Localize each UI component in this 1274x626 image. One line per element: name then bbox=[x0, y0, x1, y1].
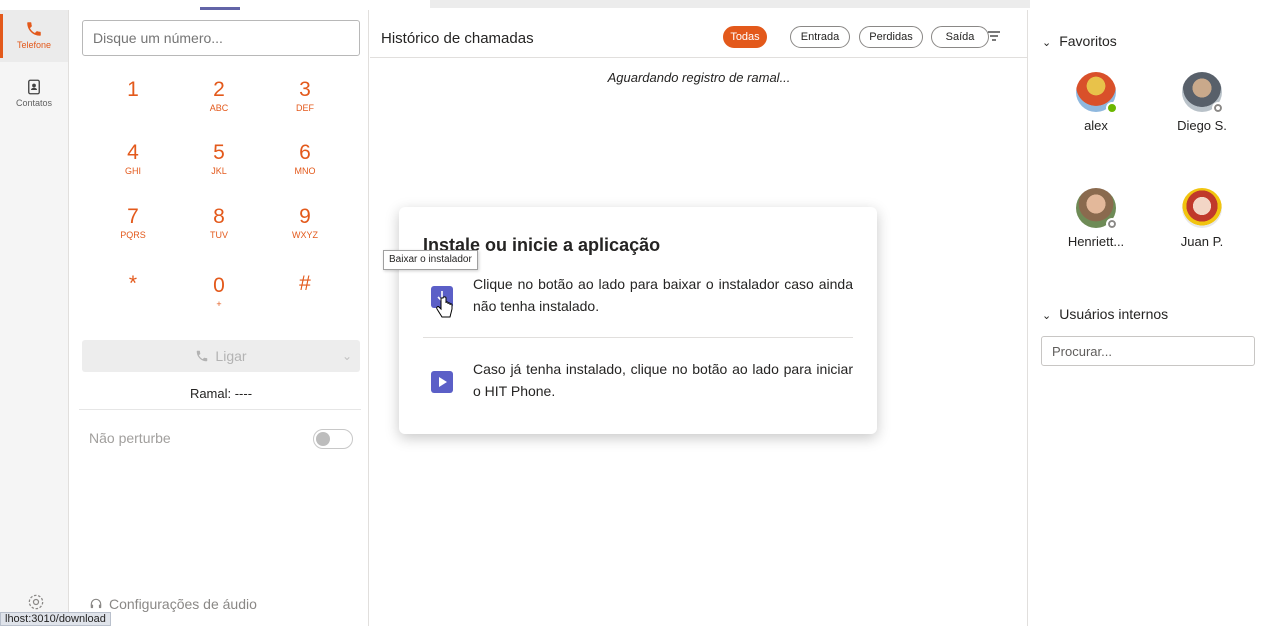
status-online-icon bbox=[1106, 102, 1118, 114]
key-digit: 7 bbox=[127, 205, 139, 228]
avatar bbox=[1182, 188, 1222, 228]
filter-all[interactable]: Todas bbox=[723, 26, 767, 48]
history-title: Histórico de chamadas bbox=[381, 30, 534, 47]
download-tooltip: Baixar o instalador bbox=[383, 250, 478, 270]
key-7[interactable]: 7 PQRS bbox=[103, 205, 163, 241]
rail-item-contacts[interactable]: Contatos bbox=[0, 68, 68, 120]
key-2[interactable]: 2 ABC bbox=[189, 78, 249, 114]
divider bbox=[423, 337, 853, 338]
avatar bbox=[1076, 188, 1118, 230]
headset-icon bbox=[90, 598, 102, 609]
favorites-header[interactable]: ⌄ Favoritos bbox=[1042, 33, 1117, 49]
hand-cursor-icon bbox=[436, 296, 453, 318]
key-6[interactable]: 6 MNO bbox=[275, 141, 335, 177]
call-label: Ligar bbox=[215, 348, 247, 364]
key-3[interactable]: 3 DEF bbox=[275, 78, 335, 114]
avatar bbox=[1182, 72, 1224, 114]
chevron-down-icon: ⌄ bbox=[1042, 37, 1052, 49]
filter-outgoing[interactable]: Saída bbox=[931, 26, 989, 48]
key-digit: 5 bbox=[213, 141, 225, 164]
favorite-name: Juan P. bbox=[1180, 234, 1224, 249]
right-panel: ⌄ Favoritos alex Diego S. Henriett... Jua… bbox=[1029, 10, 1274, 626]
key-digit: 3 bbox=[299, 78, 311, 101]
filter-missed[interactable]: Perdidas bbox=[859, 26, 923, 48]
key-0[interactable]: 0 + bbox=[189, 274, 249, 310]
key-digit: 6 bbox=[299, 141, 311, 164]
key-digit: 2 bbox=[213, 78, 225, 101]
download-instructions: Clique no botão ao lado para baixar o in… bbox=[473, 276, 853, 314]
play-icon bbox=[439, 377, 447, 387]
key-letters: MNO bbox=[294, 166, 316, 176]
key-9[interactable]: 9 WXYZ bbox=[275, 205, 335, 241]
dialer-panel: 1 2 ABC 3 DEF 4 GHI 5 JKL 6 MNO 7 PQRS 8 TUV 9 W… bbox=[69, 10, 369, 626]
launch-app-button[interactable] bbox=[431, 371, 453, 393]
status-offline-icon bbox=[1212, 102, 1224, 114]
key-letters: GHI bbox=[124, 166, 141, 176]
key-letters: + bbox=[216, 299, 222, 309]
status-offline-icon bbox=[1106, 218, 1118, 230]
top-strip bbox=[0, 0, 1274, 10]
key-5[interactable]: 5 JKL bbox=[189, 141, 249, 177]
rail-phone-label: Telefone bbox=[16, 40, 52, 50]
favorite-contact[interactable]: Juan P. bbox=[1162, 188, 1242, 249]
rail-contacts-label: Contatos bbox=[15, 98, 53, 108]
key-digit: 8 bbox=[213, 205, 225, 228]
call-button[interactable]: Ligar ⌄ bbox=[82, 340, 360, 372]
waiting-message: Aguardando registro de ramal... bbox=[607, 70, 791, 85]
key-letters: WXYZ bbox=[292, 230, 318, 240]
contacts-icon bbox=[28, 79, 40, 95]
key-letters: ABC bbox=[209, 103, 229, 113]
dnd-toggle[interactable] bbox=[313, 429, 353, 449]
key-letters: PQRS bbox=[120, 230, 146, 240]
favorite-name: Henriett... bbox=[1067, 234, 1125, 249]
filter-icon[interactable] bbox=[987, 29, 1001, 43]
key-letters: TUV bbox=[210, 230, 228, 240]
favorites-title: Favoritos bbox=[1059, 33, 1117, 49]
phone-icon bbox=[27, 22, 41, 36]
install-dialog: Instale ou inicie a aplicação Clique no … bbox=[399, 207, 877, 434]
avatar bbox=[1076, 72, 1118, 114]
launch-row: Caso já tenha instalado, clique no botão… bbox=[423, 358, 853, 406]
key-digit: 1 bbox=[127, 78, 139, 101]
favorite-contact[interactable]: alex bbox=[1056, 72, 1136, 133]
divider bbox=[79, 409, 361, 410]
internal-users-title: Usuários internos bbox=[1059, 306, 1169, 322]
audio-settings-link[interactable]: Configurações de áudio bbox=[89, 596, 257, 612]
dial-number-input[interactable] bbox=[82, 20, 360, 56]
key-digit: 4 bbox=[127, 141, 139, 164]
history-header: Histórico de chamadas Todas Entrada Perd… bbox=[370, 10, 1028, 58]
status-bar-url: lhost:3010/download bbox=[0, 612, 111, 626]
favorite-contact[interactable]: Henriett... bbox=[1056, 188, 1136, 249]
key-digit: 9 bbox=[299, 205, 311, 228]
launch-instructions: Caso já tenha instalado, clique no botão… bbox=[473, 361, 853, 399]
internal-users-header[interactable]: ⌄ Usuários internos bbox=[1042, 306, 1168, 322]
settings-gear-icon[interactable] bbox=[26, 592, 46, 612]
download-row: Clique no botão ao lado para baixar o in… bbox=[423, 273, 853, 321]
key-1[interactable]: 1 bbox=[103, 78, 163, 102]
key-digit: 0 bbox=[213, 274, 225, 297]
rail-item-phone[interactable]: Telefone bbox=[0, 10, 68, 62]
key-digit: * bbox=[128, 272, 138, 295]
favorite-name: alex bbox=[1084, 118, 1108, 133]
chevron-down-icon[interactable]: ⌄ bbox=[342, 340, 352, 372]
phone-icon bbox=[197, 350, 208, 362]
users-search-input[interactable]: Procurar... bbox=[1041, 336, 1255, 366]
address-bar bbox=[430, 0, 1030, 8]
ramal-status: Ramal: ---- bbox=[189, 386, 253, 401]
key-4[interactable]: 4 GHI bbox=[103, 141, 163, 177]
favorite-contact[interactable]: Diego S. bbox=[1162, 72, 1242, 133]
dnd-label: Não perturbe bbox=[89, 430, 171, 446]
key-8[interactable]: 8 TUV bbox=[189, 205, 249, 241]
audio-settings-label: Configurações de áudio bbox=[109, 596, 257, 612]
key-letters: DEF bbox=[296, 103, 314, 113]
chevron-down-icon: ⌄ bbox=[1042, 310, 1052, 322]
key-star[interactable]: * bbox=[103, 272, 163, 296]
key-letters: JKL bbox=[211, 166, 227, 176]
favorite-name: Diego S. bbox=[1177, 118, 1227, 133]
filter-incoming[interactable]: Entrada bbox=[790, 26, 850, 48]
key-digit: # bbox=[299, 272, 311, 295]
app-rail: Telefone Contatos bbox=[0, 10, 69, 626]
toggle-knob bbox=[316, 432, 330, 446]
key-hash[interactable]: # bbox=[275, 272, 335, 296]
